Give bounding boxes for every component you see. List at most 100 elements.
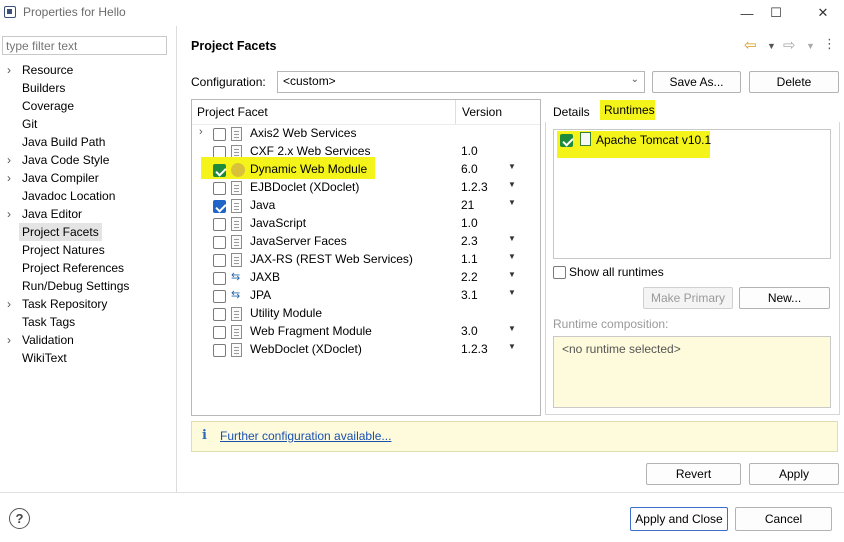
chevron-right-icon[interactable]: ›: [7, 169, 17, 187]
version-dropdown-icon[interactable]: ▼: [508, 198, 516, 207]
back-menu-chevron-icon[interactable]: ▼: [767, 41, 776, 51]
facet-row[interactable]: Dynamic Web Module 6.0 ▼: [192, 161, 540, 179]
tab-runtimes[interactable]: Runtimes: [601, 102, 658, 118]
facet-version: 6.0: [461, 162, 478, 176]
facet-checkbox[interactable]: [213, 236, 226, 249]
apply-button[interactable]: Apply: [749, 463, 839, 485]
facet-checkbox[interactable]: [213, 182, 226, 195]
nav-item[interactable]: Java Editor: [22, 205, 82, 223]
new-runtime-button[interactable]: New...: [739, 287, 830, 309]
facet-name: JAX-RS (REST Web Services): [250, 252, 413, 266]
forward-arrow-icon[interactable]: ⇨: [783, 36, 796, 54]
nav-item[interactable]: Git: [22, 115, 37, 133]
facet-version: 1.0: [461, 216, 478, 230]
facet-checkbox[interactable]: [213, 290, 226, 303]
help-icon[interactable]: ?: [9, 508, 30, 529]
facet-row[interactable]: WebDoclet (XDoclet) 1.2.3 ▼: [192, 341, 540, 359]
further-configuration-link[interactable]: Further configuration available...: [220, 429, 391, 443]
facet-version: 3.0: [461, 324, 478, 338]
nav-item[interactable]: Javadoc Location: [22, 187, 115, 205]
facet-name: WebDoclet (XDoclet): [250, 342, 362, 356]
nav-item[interactable]: Run/Debug Settings: [22, 277, 129, 295]
facet-name: JPA: [250, 288, 272, 302]
facet-checkbox[interactable]: [213, 128, 226, 141]
version-dropdown-icon[interactable]: ▼: [508, 342, 516, 351]
facet-row[interactable]: EJBDoclet (XDoclet) 1.2.3 ▼: [192, 179, 540, 197]
chevron-right-icon[interactable]: ›: [7, 205, 17, 223]
nav-item[interactable]: Java Code Style: [22, 151, 109, 169]
delete-button[interactable]: Delete: [749, 71, 839, 93]
facet-row[interactable]: › Axis2 Web Services: [192, 125, 540, 143]
facet-name: JAXB: [250, 270, 281, 284]
chevron-right-icon[interactable]: ›: [199, 126, 203, 138]
maximize-icon[interactable]: ☐: [756, 0, 796, 26]
facet-row[interactable]: Utility Module: [192, 305, 540, 323]
facet-name: Dynamic Web Module: [250, 162, 368, 176]
facet-checkbox[interactable]: [213, 272, 226, 285]
facet-row[interactable]: ⇆ JAXB 2.2 ▼: [192, 269, 540, 287]
view-menu-icon[interactable]: ⋮: [823, 36, 836, 52]
nav-item[interactable]: Validation: [22, 331, 74, 349]
close-icon[interactable]: ✕: [803, 0, 843, 26]
column-header-facet[interactable]: Project Facet: [197, 105, 268, 119]
nav-item[interactable]: WikiText: [22, 349, 67, 367]
nav-item[interactable]: Java Build Path: [22, 133, 105, 151]
facet-row[interactable]: Java 21 ▼: [192, 197, 540, 215]
apply-and-close-button[interactable]: Apply and Close: [630, 507, 728, 531]
runtime-label: Apache Tomcat v10.1: [596, 133, 712, 147]
column-header-version[interactable]: Version: [462, 105, 502, 119]
chevron-right-icon[interactable]: ›: [7, 61, 17, 79]
facet-checkbox[interactable]: [213, 200, 226, 213]
save-as-button[interactable]: Save As...: [652, 71, 741, 93]
tab-details[interactable]: Details: [553, 105, 590, 119]
nav-item[interactable]: Coverage: [22, 97, 74, 115]
forward-menu-chevron-icon[interactable]: ▼: [806, 41, 815, 51]
runtime-composition-box: <no runtime selected>: [553, 336, 831, 408]
version-dropdown-icon[interactable]: ▼: [508, 252, 516, 261]
version-dropdown-icon[interactable]: ▼: [508, 288, 516, 297]
nav-item[interactable]: Builders: [22, 79, 65, 97]
facet-row[interactable]: JAX-RS (REST Web Services) 1.1 ▼: [192, 251, 540, 269]
facet-name: Web Fragment Module: [250, 324, 372, 338]
facet-checkbox[interactable]: [213, 326, 226, 339]
facet-row[interactable]: ⇆ JPA 3.1 ▼: [192, 287, 540, 305]
facet-checkbox[interactable]: [213, 218, 226, 231]
nav-item[interactable]: Task Repository: [22, 295, 107, 313]
nav-item[interactable]: Project Facets: [19, 223, 102, 241]
chevron-right-icon[interactable]: ›: [7, 151, 17, 169]
cancel-button[interactable]: Cancel: [735, 507, 832, 531]
revert-button[interactable]: Revert: [646, 463, 741, 485]
nav-item[interactable]: Project Natures: [22, 241, 105, 259]
version-dropdown-icon[interactable]: ▼: [508, 162, 516, 171]
facet-checkbox[interactable]: [213, 254, 226, 267]
filter-input[interactable]: [2, 36, 167, 55]
show-all-runtimes-checkbox[interactable]: [553, 266, 566, 279]
chevron-right-icon[interactable]: ›: [7, 295, 17, 313]
facet-row[interactable]: Web Fragment Module 3.0 ▼: [192, 323, 540, 341]
chevron-right-icon[interactable]: ›: [7, 331, 17, 349]
nav-item[interactable]: Task Tags: [22, 313, 75, 331]
nav-item[interactable]: Java Compiler: [22, 169, 99, 187]
facet-checkbox[interactable]: [213, 344, 226, 357]
facet-checkbox[interactable]: [213, 164, 226, 177]
facet-row[interactable]: JavaServer Faces 2.3 ▼: [192, 233, 540, 251]
runtime-checkbox[interactable]: [560, 134, 573, 147]
version-dropdown-icon[interactable]: ▼: [508, 270, 516, 279]
make-primary-button[interactable]: Make Primary: [643, 287, 733, 309]
window-title: Properties for Hello: [23, 5, 126, 19]
configuration-select[interactable]: <custom> ⌄: [277, 71, 645, 93]
runtime-item[interactable]: Apache Tomcat v10.1: [553, 132, 823, 150]
version-dropdown-icon[interactable]: ▼: [508, 180, 516, 189]
facet-name: EJBDoclet (XDoclet): [250, 180, 360, 194]
back-arrow-icon[interactable]: ⇦: [744, 36, 757, 54]
facet-version: 21: [461, 198, 475, 212]
facet-version: 2.3: [461, 234, 478, 248]
version-dropdown-icon[interactable]: ▼: [508, 324, 516, 333]
nav-item[interactable]: Resource: [22, 61, 73, 79]
facet-row[interactable]: JavaScript 1.0: [192, 215, 540, 233]
file-icon: [231, 127, 242, 141]
column-divider[interactable]: [455, 100, 456, 124]
facet-checkbox[interactable]: [213, 308, 226, 321]
nav-item[interactable]: Project References: [22, 259, 124, 277]
version-dropdown-icon[interactable]: ▼: [508, 234, 516, 243]
